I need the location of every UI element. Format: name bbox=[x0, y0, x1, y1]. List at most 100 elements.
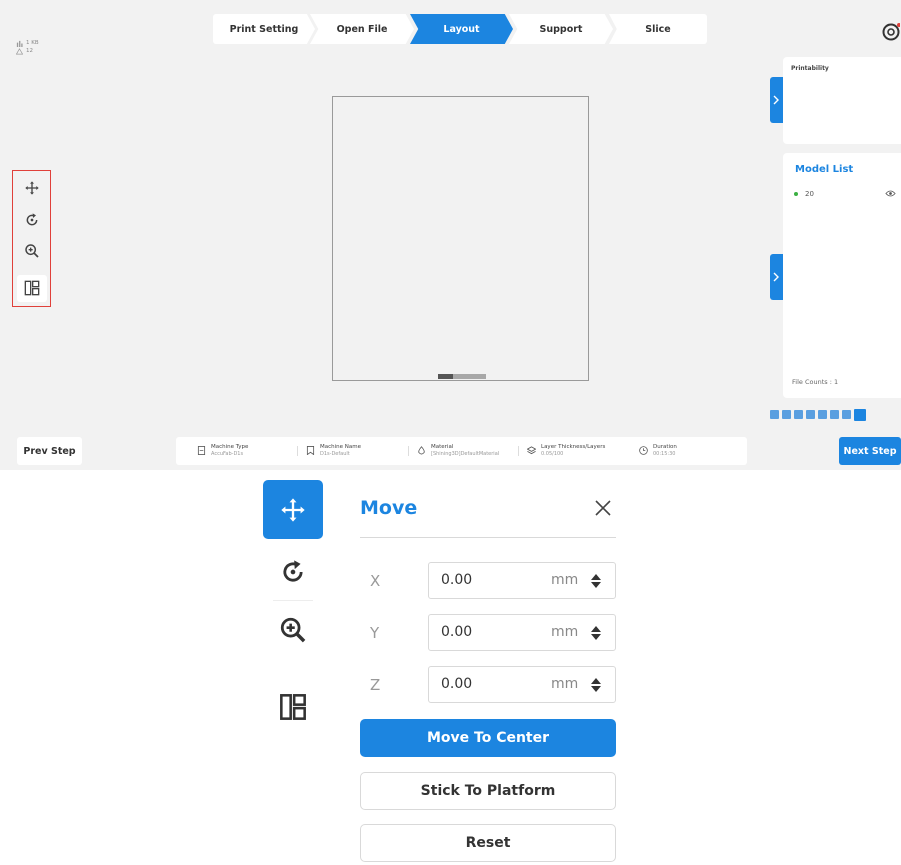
stick-to-platform-button[interactable]: Stick To Platform bbox=[360, 772, 616, 810]
printability-title: Printability bbox=[791, 65, 829, 72]
machine-name-value: D1s-Default bbox=[320, 451, 350, 457]
chevron-right-icon bbox=[773, 95, 779, 105]
layers-value: 0.05/100 bbox=[541, 451, 564, 457]
x-unit: mm bbox=[551, 572, 579, 588]
move-panel-zoom: Move X 0.00 mm Y 0.00 mm Z 0.00 mm Move … bbox=[263, 478, 639, 865]
model-object[interactable] bbox=[438, 374, 486, 379]
warning-count: 12 bbox=[26, 48, 33, 54]
build-plate-viewport[interactable] bbox=[332, 96, 589, 381]
divider bbox=[408, 446, 409, 456]
app-screenshot: Print Setting Open File Layout Support S… bbox=[0, 0, 901, 470]
x-field[interactable]: 0.00 mm bbox=[428, 562, 616, 599]
step-open-file[interactable]: Open File bbox=[310, 14, 414, 44]
stepper-icon[interactable] bbox=[590, 573, 602, 589]
view-left-icon[interactable] bbox=[794, 410, 803, 419]
status-dot bbox=[794, 192, 798, 196]
next-step-label: Next Step bbox=[843, 445, 897, 457]
move-tool-button[interactable] bbox=[263, 480, 323, 539]
view-back-icon[interactable] bbox=[782, 410, 791, 419]
file-stats: 1 KB 12 bbox=[16, 39, 39, 55]
view-right-icon[interactable] bbox=[806, 410, 815, 419]
step-label: Print Setting bbox=[229, 23, 299, 35]
chevron-right-icon bbox=[773, 272, 779, 282]
divider bbox=[360, 537, 616, 538]
x-label: X bbox=[370, 572, 381, 590]
left-toolbar bbox=[12, 170, 51, 307]
z-value: 0.00 bbox=[441, 676, 473, 692]
layout-icon bbox=[280, 694, 306, 720]
material-info: Material [Shining3D]DefaultMaterial bbox=[417, 444, 499, 458]
machine-type-value: AccuFab-D1s bbox=[211, 451, 244, 457]
y-field[interactable]: 0.00 mm bbox=[428, 614, 616, 651]
move-icon bbox=[281, 498, 305, 522]
panel-title: Move bbox=[360, 497, 418, 519]
z-field[interactable]: 0.00 mm bbox=[428, 666, 616, 703]
divider bbox=[297, 446, 298, 456]
eye-icon[interactable] bbox=[885, 189, 896, 198]
stepper-icon[interactable] bbox=[590, 625, 602, 641]
printability-panel: Printability bbox=[783, 57, 901, 144]
layers-info: Layer Thickness/Layers 0.05/100 bbox=[527, 444, 605, 458]
view-iso-icon[interactable] bbox=[842, 410, 851, 419]
machine-icon bbox=[197, 446, 206, 455]
button-label: Reset bbox=[465, 835, 511, 851]
zoom-in-icon[interactable] bbox=[279, 616, 307, 644]
prev-step-button[interactable]: Prev Step bbox=[17, 437, 82, 465]
rotate-icon[interactable] bbox=[24, 212, 40, 228]
y-unit: mm bbox=[551, 624, 579, 640]
next-step-button[interactable]: Next Step bbox=[839, 437, 901, 465]
size-value: 1 KB bbox=[26, 40, 39, 46]
layout-icon bbox=[24, 280, 40, 296]
settings-icon[interactable] bbox=[880, 22, 900, 42]
step-print-setting[interactable]: Print Setting bbox=[213, 14, 315, 44]
warning-icon bbox=[16, 47, 23, 54]
step-layout[interactable]: Layout bbox=[410, 14, 513, 44]
prev-step-label: Prev Step bbox=[23, 445, 76, 457]
move-to-center-button[interactable]: Move To Center bbox=[360, 719, 616, 757]
model-list-title: Model List bbox=[795, 164, 854, 175]
clock-icon bbox=[639, 446, 648, 455]
layout-button[interactable] bbox=[17, 275, 47, 302]
step-slice[interactable]: Slice bbox=[609, 14, 707, 44]
move-icon[interactable] bbox=[24, 180, 40, 196]
reset-button[interactable]: Reset bbox=[360, 824, 616, 862]
layout-tool-button[interactable] bbox=[263, 677, 323, 737]
layers-icon bbox=[527, 446, 536, 455]
z-label: Z bbox=[370, 676, 381, 694]
zoom-in-icon[interactable] bbox=[24, 243, 40, 259]
machine-name-info: Machine Name D1s-Default bbox=[306, 444, 361, 458]
rotate-icon[interactable] bbox=[279, 558, 307, 586]
step-label: Slice bbox=[645, 23, 671, 35]
z-unit: mm bbox=[551, 676, 579, 692]
info-bar: Machine Type AccuFab-D1s Machine Name D1s-… bbox=[176, 437, 747, 465]
bookmark-icon bbox=[306, 446, 315, 455]
step-label: Open File bbox=[336, 23, 388, 35]
machine-type-label: Machine Type bbox=[211, 444, 249, 450]
view-front-icon[interactable] bbox=[770, 410, 779, 419]
file-counts: File Counts : 1 bbox=[792, 378, 839, 386]
machine-name-label: Machine Name bbox=[320, 444, 361, 450]
step-support[interactable]: Support bbox=[509, 14, 613, 44]
step-label: Layout bbox=[443, 23, 480, 35]
stepper-icon[interactable] bbox=[590, 677, 602, 693]
tool-sidebar bbox=[263, 478, 323, 661]
move-panel: Move X 0.00 mm Y 0.00 mm Z 0.00 mm Move … bbox=[338, 478, 639, 865]
size-icon bbox=[16, 40, 23, 47]
duration-info: Duration 00:15:30 bbox=[639, 444, 677, 458]
divider bbox=[273, 600, 313, 601]
list-item[interactable]: 20 bbox=[794, 190, 814, 198]
x-value: 0.00 bbox=[441, 572, 473, 588]
view-toolbar bbox=[770, 409, 866, 421]
divider bbox=[518, 446, 519, 456]
view-top-icon[interactable] bbox=[818, 410, 827, 419]
model-name: 20 bbox=[805, 190, 814, 198]
duration-value: 00:15:30 bbox=[653, 451, 676, 457]
collapse-model-list-button[interactable] bbox=[770, 254, 783, 300]
material-value: [Shining3D]DefaultMaterial bbox=[431, 451, 500, 457]
close-icon[interactable] bbox=[594, 499, 612, 517]
drop-icon bbox=[418, 446, 425, 455]
collapse-printability-button[interactable] bbox=[770, 77, 783, 123]
view-bottom-icon[interactable] bbox=[830, 410, 839, 419]
y-label: Y bbox=[370, 624, 380, 642]
camera-icon[interactable] bbox=[854, 409, 866, 421]
